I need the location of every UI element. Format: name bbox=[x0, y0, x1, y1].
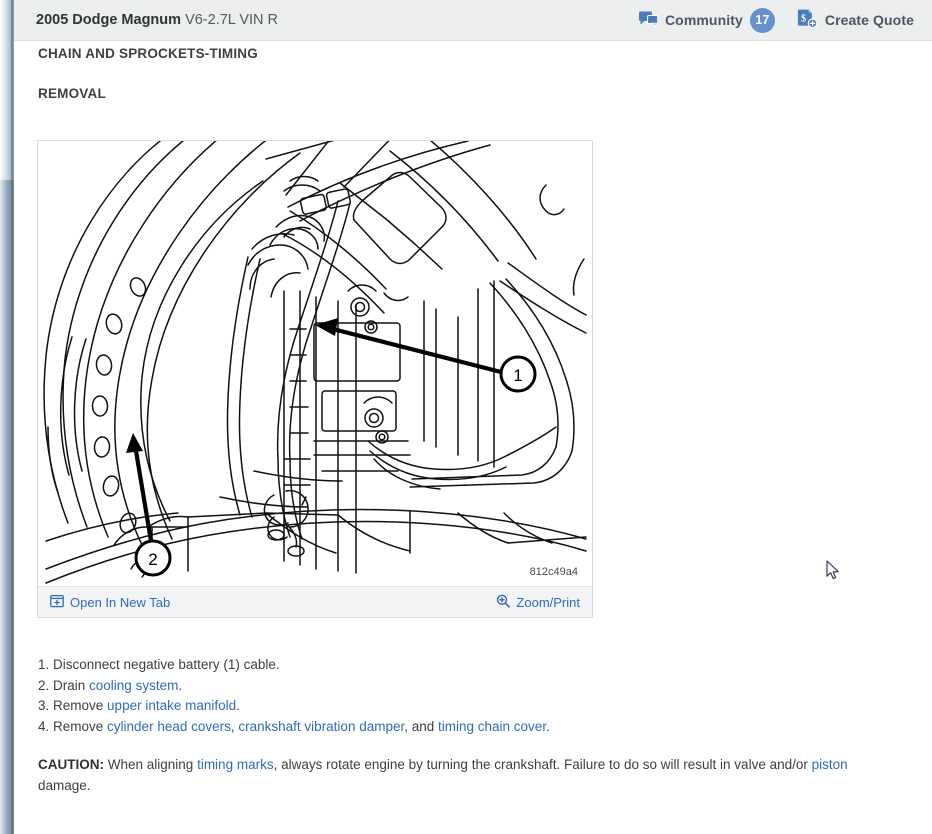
document-body: CHAIN AND SPROCKETS-TIMING REMOVAL bbox=[14, 41, 932, 834]
community-button[interactable]: Community 17 bbox=[639, 8, 775, 33]
vehicle-title: 2005 Dodge Magnum V6-2.7L VIN R bbox=[36, 12, 278, 28]
vehicle-trim: V6-2.7L VIN R bbox=[185, 12, 278, 28]
doc-link[interactable]: upper intake manifold bbox=[107, 698, 236, 713]
caution-note: CAUTION: When aligning timing marks, alw… bbox=[38, 754, 900, 796]
doc-link[interactable]: timing marks bbox=[197, 757, 274, 772]
doc-link[interactable]: piston bbox=[812, 757, 848, 772]
step-number: 1. bbox=[38, 657, 53, 672]
text-run: damage. bbox=[38, 778, 91, 793]
svg-text:1: 1 bbox=[513, 366, 522, 385]
text-run: . bbox=[178, 678, 182, 693]
text-run: Remove bbox=[53, 698, 107, 713]
vehicle-model: 2005 Dodge Magnum bbox=[36, 12, 181, 28]
procedure-title: REMOVAL bbox=[38, 86, 106, 101]
caution-text: When aligning timing marks, always rotat… bbox=[38, 757, 848, 793]
community-label: Community bbox=[665, 12, 743, 28]
text-run: Disconnect negative battery (1) cable. bbox=[53, 657, 280, 672]
step-item: 3. Remove upper intake manifold. bbox=[38, 696, 898, 717]
figure-block: 1 2 812c49a4 bbox=[37, 140, 593, 618]
zoom-print-button[interactable]: Zoom/Print bbox=[496, 594, 580, 611]
zoom-print-label: Zoom/Print bbox=[516, 595, 580, 610]
caution-label: CAUTION: bbox=[38, 757, 104, 772]
external-window-icon bbox=[50, 594, 64, 611]
text-run: , always rotate engine by turning the cr… bbox=[274, 757, 812, 772]
callout-1-marker: 1 bbox=[501, 357, 535, 391]
text-run: . bbox=[546, 719, 550, 734]
magnifier-plus-icon bbox=[496, 594, 510, 611]
section-title: CHAIN AND SPROCKETS-TIMING bbox=[38, 46, 258, 61]
dollar-document-icon: $ bbox=[797, 8, 818, 32]
text-run: Remove bbox=[53, 719, 107, 734]
chat-bubbles-icon bbox=[639, 11, 658, 30]
doc-link[interactable]: crankshaft vibration damper bbox=[238, 719, 404, 734]
figure-toolbar: Open In New Tab Zoom/Print bbox=[38, 586, 592, 617]
step-number: 2. bbox=[38, 678, 53, 693]
create-quote-label: Create Quote bbox=[825, 12, 914, 28]
open-in-new-tab-label: Open In New Tab bbox=[70, 595, 170, 610]
create-quote-button[interactable]: $ Create Quote bbox=[797, 8, 914, 32]
svg-text:2: 2 bbox=[148, 550, 157, 569]
step-item: 2. Drain cooling system. bbox=[38, 676, 898, 697]
page-scrollbar[interactable] bbox=[0, 0, 14, 834]
step-item: 1. Disconnect negative battery (1) cable… bbox=[38, 655, 898, 676]
text-run: When aligning bbox=[104, 757, 197, 772]
scrollbar-divider bbox=[11, 0, 13, 834]
header-actions: Community 17 $ Create Quote bbox=[639, 8, 914, 33]
text-run: . bbox=[236, 698, 240, 713]
step-number: 3. bbox=[38, 698, 53, 713]
text-run: , and bbox=[404, 719, 438, 734]
callout-2-marker: 2 bbox=[136, 541, 170, 575]
app-header: 2005 Dodge Magnum V6-2.7L VIN R Communit… bbox=[14, 0, 932, 41]
engine-diagram-svg: 1 2 bbox=[38, 141, 592, 586]
doc-link[interactable]: timing chain cover bbox=[438, 719, 546, 734]
svg-text:$: $ bbox=[801, 13, 806, 24]
doc-link[interactable]: cylinder head covers bbox=[107, 719, 231, 734]
figure-image-id: 812c49a4 bbox=[530, 566, 578, 578]
figure-image[interactable]: 1 2 812c49a4 bbox=[38, 141, 592, 586]
text-run: Drain bbox=[53, 678, 89, 693]
removal-steps-list: 1. Disconnect negative battery (1) cable… bbox=[38, 655, 898, 737]
open-in-new-tab-button[interactable]: Open In New Tab bbox=[50, 594, 170, 611]
community-count-badge: 17 bbox=[750, 8, 775, 33]
step-number: 4. bbox=[38, 719, 53, 734]
step-item: 4. Remove cylinder head covers, cranksha… bbox=[38, 717, 898, 738]
doc-link[interactable]: cooling system bbox=[89, 678, 178, 693]
